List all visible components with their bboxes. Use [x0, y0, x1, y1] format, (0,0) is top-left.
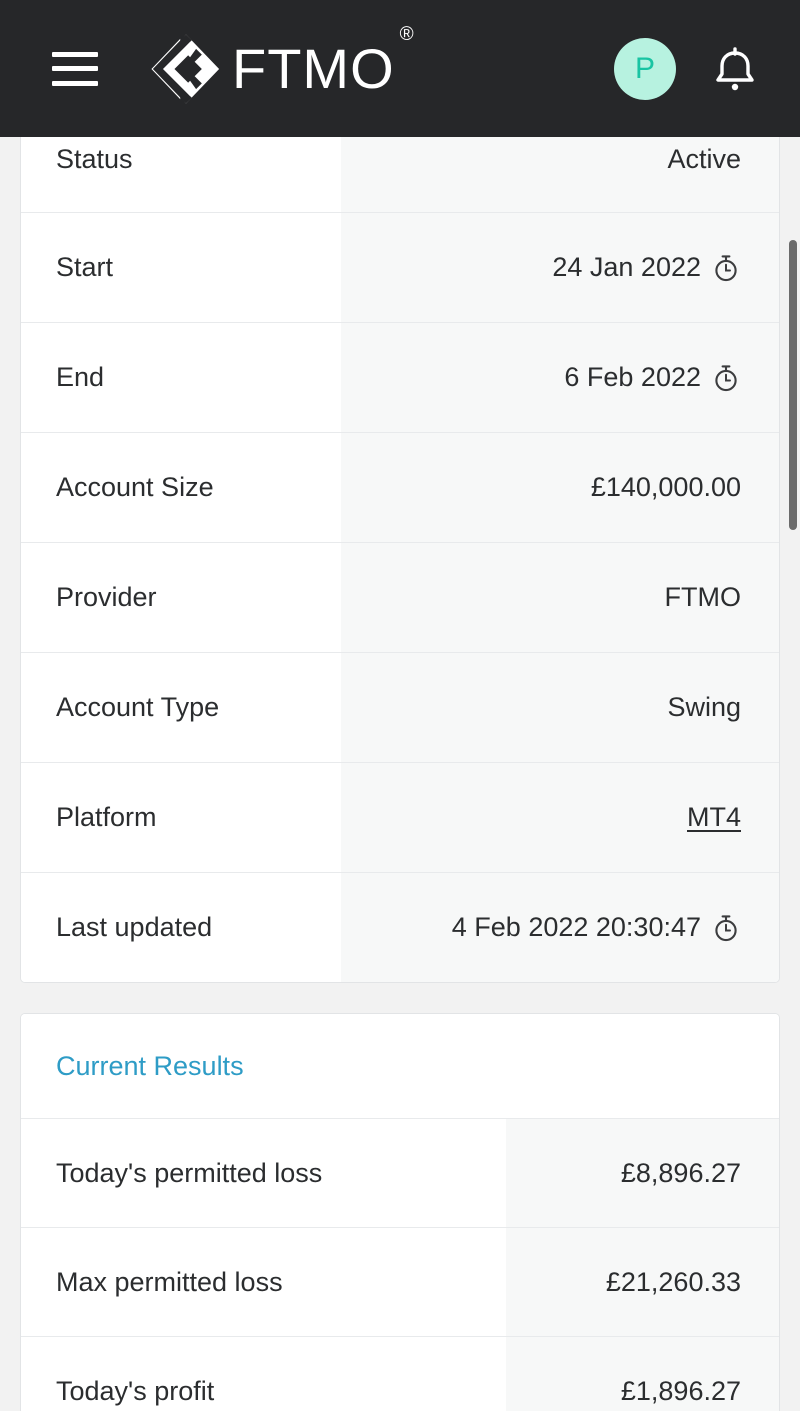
row-value-text: Active: [667, 144, 741, 174]
stopwatch-icon: [715, 254, 737, 281]
notifications-button[interactable]: [708, 42, 762, 96]
table-row: Today's profit £1,896.27: [21, 1336, 779, 1411]
row-label: Account Type: [21, 653, 341, 762]
row-value-text: £140,000.00: [590, 472, 741, 502]
bell-icon: [716, 46, 754, 90]
row-label: End: [21, 323, 341, 432]
hamburger-bar: [52, 80, 98, 86]
brand-wordmark: FTMO ®: [232, 25, 414, 97]
row-value-text: FTMO: [664, 582, 741, 612]
row-value: Active: [340, 137, 779, 212]
hamburger-menu-icon[interactable]: [52, 51, 98, 86]
hamburger-bar: [52, 51, 98, 57]
scrollbar-thumb[interactable]: [789, 240, 797, 530]
ftmo-diamond-icon: [151, 33, 220, 104]
app-root: FTMO ® P Status Active Start 24 Jan 2022…: [0, 0, 800, 1411]
row-value: Swing: [340, 653, 779, 762]
table-row: Provider FTMO: [21, 542, 779, 652]
table-row: Last updated 4 Feb 2022 20:30:47: [21, 872, 779, 982]
table-row: Today's permitted loss £8,896.27: [21, 1118, 779, 1227]
page-content: Status Active Start 24 Jan 2022 End 6 Fe…: [0, 137, 800, 1411]
row-label: Last updated: [21, 873, 341, 982]
app-header: FTMO ® P: [0, 0, 800, 137]
table-row: End 6 Feb 2022: [21, 322, 779, 432]
table-row: Account Type Swing: [21, 652, 779, 762]
platform-link[interactable]: MT4: [687, 802, 741, 833]
row-label: Provider: [21, 543, 341, 652]
row-value-text: 6 Feb 2022: [564, 362, 701, 392]
row-label: Account Size: [21, 433, 341, 542]
row-label: Today's profit: [21, 1337, 507, 1411]
brand-logo[interactable]: FTMO ®: [150, 25, 414, 105]
row-value-text: Swing: [667, 692, 741, 722]
account-details-card: Status Active Start 24 Jan 2022 End 6 Fe…: [20, 137, 780, 983]
table-row: Platform MT4: [21, 762, 779, 872]
table-row: Status Active: [21, 137, 779, 212]
row-value-text: 24 Jan 2022: [552, 252, 701, 282]
avatar-initial: P: [634, 51, 655, 85]
registered-mark: ®: [399, 23, 415, 45]
table-row: Max permitted loss £21,260.33: [21, 1227, 779, 1336]
row-value: 24 Jan 2022: [340, 213, 779, 322]
stopwatch-icon: [715, 914, 737, 941]
row-value: 6 Feb 2022: [340, 323, 779, 432]
page-scrollbar[interactable]: [786, 137, 800, 1411]
table-row: Account Size £140,000.00: [21, 432, 779, 542]
row-value: £1,896.27: [506, 1337, 779, 1411]
current-results-card: Current Results Today's permitted loss £…: [20, 1013, 780, 1411]
row-label: Platform: [21, 763, 341, 872]
avatar[interactable]: P: [614, 37, 676, 100]
row-label: Today's permitted loss: [21, 1119, 507, 1227]
hamburger-bar: [52, 66, 98, 71]
table-row: Start 24 Jan 2022: [21, 212, 779, 322]
row-value: MT4: [340, 763, 779, 872]
row-label: Status: [21, 137, 341, 212]
row-label: Start: [21, 213, 341, 322]
brand-text: FTMO: [232, 36, 395, 100]
stopwatch-icon: [715, 364, 737, 391]
row-value-text: 4 Feb 2022 20:30:47: [451, 912, 701, 942]
row-value: 4 Feb 2022 20:30:47: [340, 873, 779, 982]
current-results-title: Current Results: [21, 1014, 779, 1118]
row-value: £8,896.27: [506, 1119, 779, 1227]
row-value: FTMO: [340, 543, 779, 652]
row-value: £140,000.00: [340, 433, 779, 542]
row-label: Max permitted loss: [21, 1228, 507, 1336]
row-value: £21,260.33: [506, 1228, 779, 1336]
